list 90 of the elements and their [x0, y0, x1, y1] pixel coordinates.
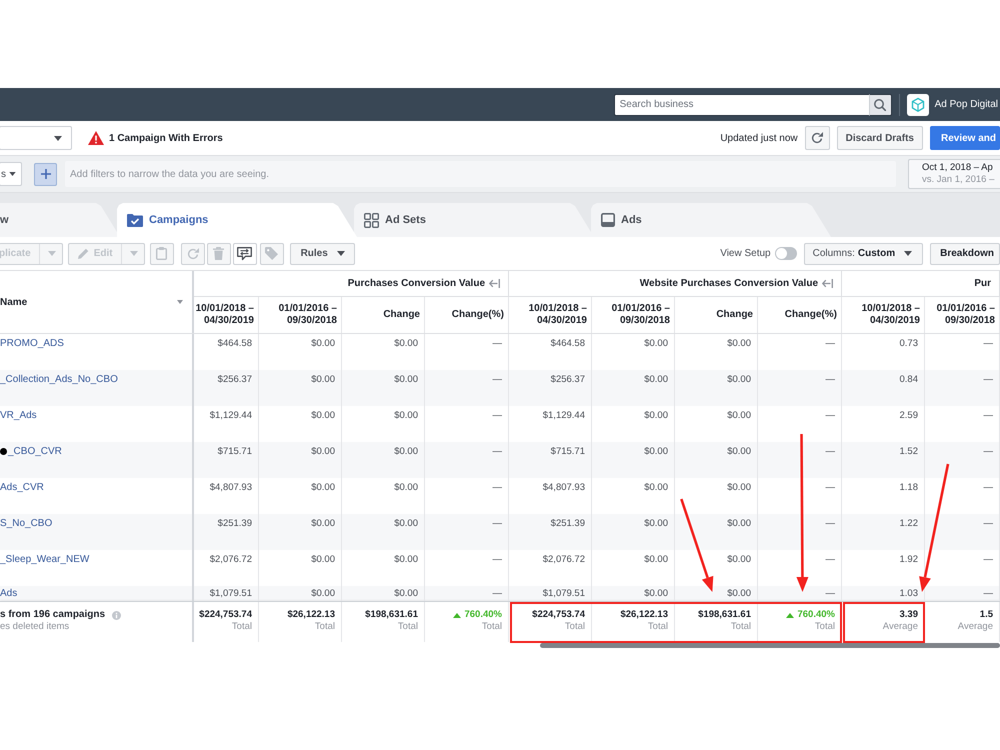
- campaign-link[interactable]: _Collection_Ads_No_CBO: [0, 374, 118, 386]
- totals-note: es deleted items: [0, 621, 70, 633]
- tablet-icon: [601, 213, 615, 227]
- group-header: Pur: [974, 278, 991, 289]
- total-value: $198,631.61: [365, 609, 418, 621]
- columns-dropdown[interactable]: Columns: Custom: [804, 242, 924, 264]
- refresh-icon: [186, 248, 199, 260]
- column-header: Change: [675, 297, 758, 333]
- breakdown-button[interactable]: Breakdown: [930, 242, 1000, 264]
- warning-icon: [88, 131, 104, 145]
- caret-icon: [48, 251, 56, 256]
- total-value: $26,122.13: [620, 609, 668, 621]
- group-header: Purchases Conversion Value: [348, 278, 485, 289]
- total-value: $224,753.74: [532, 609, 585, 621]
- secondary-button[interactable]: Discard Drafts: [836, 126, 923, 150]
- total-value: 760.40%: [464, 609, 502, 621]
- refresh-icon: [811, 132, 824, 144]
- totals-label: s from 196 campaigns: [0, 609, 106, 621]
- trash-icon: [213, 247, 224, 260]
- total-value: 760.40%: [797, 609, 835, 621]
- arrows-box-icon: [237, 246, 252, 260]
- caret-icon: [130, 251, 138, 256]
- caret-icon: [54, 136, 62, 140]
- column-header: 01/01/2016 – 09/30/2018: [259, 297, 342, 333]
- campaign-link[interactable]: Ads: [0, 588, 18, 600]
- caret-icon: [9, 172, 16, 176]
- total-value: $198,631.61: [698, 609, 751, 621]
- total-caption: Total: [564, 621, 585, 633]
- swap-button[interactable]: [232, 242, 257, 264]
- toggle-switch[interactable]: [774, 247, 797, 260]
- total-value: 1.5: [980, 609, 993, 621]
- search-icon: [874, 98, 886, 110]
- filter-dropdown[interactable]: s: [0, 162, 22, 186]
- status-text: Updated just now: [720, 132, 798, 144]
- column-header: Change(%): [758, 297, 842, 333]
- total-value: 3.39: [900, 609, 918, 621]
- campaign-link[interactable]: Ads_CVR: [0, 482, 44, 494]
- refresh-button[interactable]: [804, 126, 830, 150]
- total-value: $26,122.13: [287, 609, 335, 621]
- error-summary: 1 Campaign With Errors: [109, 132, 223, 144]
- tag-icon: [265, 247, 278, 260]
- date-range-button[interactable]: Oct 1, 2018 – Ap vs. Jan 1, 2016 –: [908, 159, 1000, 189]
- grid-icon: [364, 212, 379, 228]
- campaign-link[interactable]: PROMO_ADS: [0, 338, 64, 350]
- pencil-icon: [78, 248, 89, 259]
- total-caption: Average: [882, 621, 918, 633]
- total-caption: Total: [396, 621, 418, 633]
- column-header: 10/01/2018 – 04/30/2019: [842, 297, 925, 333]
- column-header: 10/01/2018 – 04/30/2019: [509, 297, 592, 333]
- tab[interactable]: Campaigns: [117, 203, 357, 237]
- column-header: Change(%): [425, 297, 509, 333]
- dropdown-button[interactable]: Rules: [290, 242, 355, 264]
- column-header: Change: [342, 297, 425, 333]
- search-button[interactable]: [868, 94, 892, 116]
- column-header: 10/01/2018 – 04/30/2019: [194, 297, 259, 333]
- view-setup-label: View Setup: [720, 248, 771, 259]
- group-header: Website Purchases Conversion Value: [640, 278, 818, 289]
- account-name: Ad Pop Digital: [934, 99, 998, 110]
- tab[interactable]: w: [0, 203, 120, 237]
- primary-button[interactable]: Review and: [930, 126, 1000, 150]
- info-icon: [112, 610, 122, 620]
- sort-caret-icon: [177, 300, 183, 304]
- campaign-link[interactable]: _Sleep_Wear_NEW: [0, 554, 90, 566]
- column-header: 01/01/2016 – 09/30/2018: [925, 297, 1000, 333]
- caret-icon: [904, 251, 912, 256]
- plus-icon: [40, 169, 50, 179]
- add-filter-button[interactable]: [34, 162, 57, 186]
- filter-field[interactable]: Add filters to narrow the data you are seeing.: [65, 161, 896, 187]
- total-caption: Total: [814, 621, 835, 633]
- campaign-link[interactable]: S_No_CBO: [0, 518, 52, 530]
- search-field[interactable]: Search business: [614, 94, 869, 116]
- total-caption: Total: [730, 621, 751, 633]
- caret-icon: [336, 251, 345, 256]
- total-caption: Total: [314, 621, 335, 633]
- total-value: $224,753.74: [199, 609, 252, 621]
- column-header[interactable]: Name: [0, 296, 28, 308]
- dropdown-button[interactable]: [0, 126, 72, 150]
- column-header: 01/01/2016 – 09/30/2018: [592, 297, 675, 333]
- tab[interactable]: Ad Sets: [354, 203, 594, 237]
- scrollbar[interactable]: [540, 643, 1000, 648]
- tab[interactable]: Ads: [591, 203, 831, 237]
- total-caption: Total: [480, 621, 502, 633]
- total-caption: Average: [956, 621, 993, 633]
- clipboard-icon: [156, 247, 168, 260]
- total-caption: Total: [646, 621, 668, 633]
- cube-logo-icon: [906, 94, 929, 116]
- campaign-link[interactable]: _CBO_CVR: [8, 446, 62, 458]
- total-caption: Total: [230, 621, 252, 633]
- campaign-link[interactable]: VR_Ads: [0, 410, 37, 422]
- folder-check-icon: [127, 214, 143, 226]
